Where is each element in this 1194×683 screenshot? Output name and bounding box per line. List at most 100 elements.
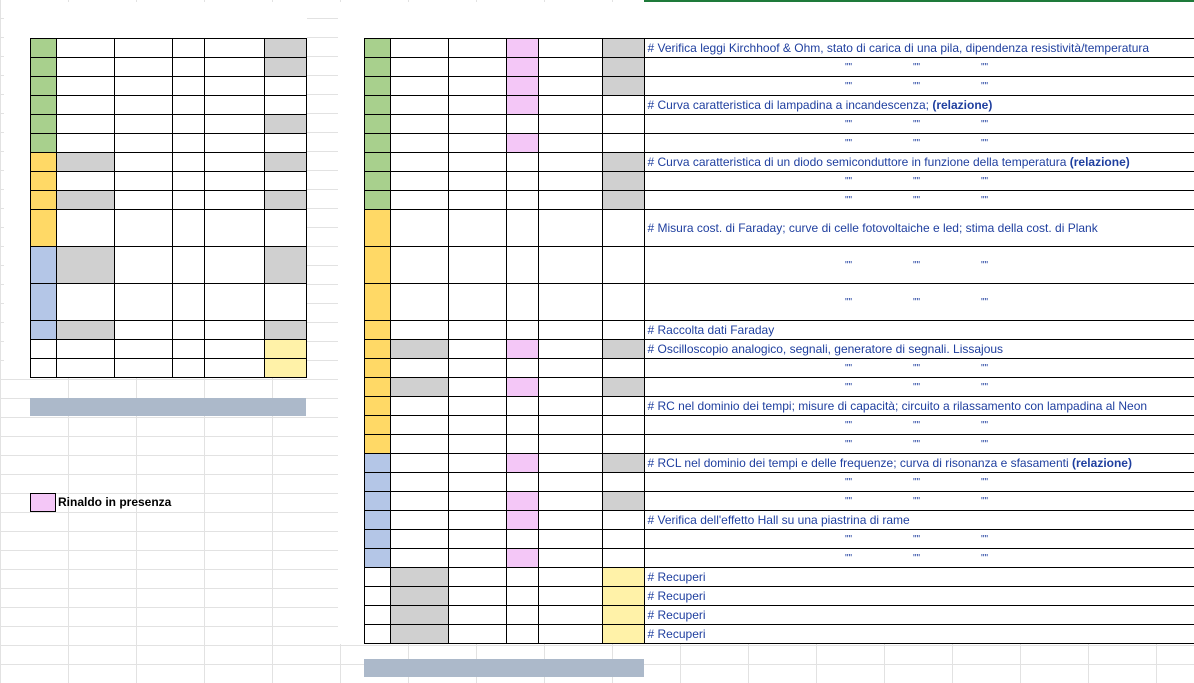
date-cell[interactable]	[389, 38, 449, 58]
date-cell[interactable]	[389, 95, 449, 115]
time-cell[interactable]	[447, 453, 507, 473]
time-cell[interactable]	[113, 114, 173, 134]
row-number[interactable]	[29, 283, 57, 321]
date-cell[interactable]	[55, 283, 115, 321]
time-cell[interactable]	[447, 38, 507, 58]
day-cell[interactable]	[263, 320, 307, 340]
row-number[interactable]	[363, 434, 391, 454]
time-cell[interactable]	[113, 209, 173, 247]
day-cell[interactable]	[601, 491, 645, 511]
lab-cell[interactable]	[537, 320, 603, 340]
lab-cell[interactable]	[537, 605, 603, 625]
hours-cell[interactable]	[505, 491, 539, 511]
row-number[interactable]	[363, 133, 391, 153]
activity-description[interactable]: # Recuperi	[643, 586, 1194, 606]
date-cell[interactable]	[55, 133, 115, 153]
time-cell[interactable]	[447, 246, 507, 284]
time-cell[interactable]	[113, 339, 173, 359]
lab-cell[interactable]	[537, 377, 603, 397]
time-cell[interactable]	[447, 190, 507, 210]
day-cell[interactable]	[263, 152, 307, 172]
activity-description[interactable]: # Recuperi	[643, 567, 1194, 587]
row-number[interactable]	[363, 453, 391, 473]
lab-cell[interactable]	[537, 396, 603, 416]
time-cell[interactable]	[447, 586, 507, 606]
row-number[interactable]	[29, 114, 57, 134]
activity-description[interactable]: # RC nel dominio dei tempi; misure di ca…	[643, 396, 1194, 416]
hours-cell[interactable]	[171, 246, 205, 284]
day-cell[interactable]	[601, 472, 645, 492]
row-number[interactable]	[363, 472, 391, 492]
day-cell[interactable]	[601, 339, 645, 359]
hours-cell[interactable]	[505, 95, 539, 115]
lab-cell[interactable]	[537, 76, 603, 96]
ditto-marks[interactable]: "" "" ""	[643, 133, 1194, 153]
day-cell[interactable]	[263, 209, 307, 247]
spacer[interactable]	[602, 20, 644, 39]
room-cell[interactable]	[203, 339, 265, 359]
row-number[interactable]	[363, 114, 391, 134]
day-cell[interactable]	[601, 246, 645, 284]
hours-cell[interactable]	[171, 283, 205, 321]
room-cell[interactable]	[203, 320, 265, 340]
row-number[interactable]	[363, 283, 391, 321]
ditto-marks[interactable]: "" "" ""	[643, 434, 1194, 454]
day-cell[interactable]	[601, 57, 645, 77]
day-cell[interactable]	[601, 605, 645, 625]
time-cell[interactable]	[447, 567, 507, 587]
room-cell[interactable]	[203, 133, 265, 153]
hours-cell[interactable]	[505, 548, 539, 568]
hours-cell[interactable]	[505, 283, 539, 321]
room-cell[interactable]	[203, 76, 265, 96]
room-cell[interactable]	[203, 95, 265, 115]
date-cell[interactable]	[389, 358, 449, 378]
hours-cell[interactable]	[505, 152, 539, 172]
date-cell[interactable]	[389, 529, 449, 549]
time-cell[interactable]	[113, 358, 173, 378]
hours-cell[interactable]	[505, 358, 539, 378]
date-cell[interactable]	[389, 548, 449, 568]
hours-cell[interactable]	[171, 133, 205, 153]
row-number[interactable]	[29, 152, 57, 172]
room-cell[interactable]	[203, 114, 265, 134]
day-cell[interactable]	[601, 190, 645, 210]
date-cell[interactable]	[389, 339, 449, 359]
date-cell[interactable]	[389, 171, 449, 191]
time-cell[interactable]	[447, 510, 507, 530]
date-cell[interactable]	[389, 377, 449, 397]
ditto-marks[interactable]: "" "" ""	[643, 283, 1194, 321]
day-cell[interactable]	[601, 320, 645, 340]
row-number[interactable]	[363, 246, 391, 284]
hours-cell[interactable]	[505, 114, 539, 134]
time-cell[interactable]	[113, 95, 173, 115]
day-cell[interactable]	[601, 548, 645, 568]
ditto-marks[interactable]: "" "" ""	[643, 114, 1194, 134]
date-cell[interactable]	[55, 209, 115, 247]
hours-cell[interactable]	[505, 339, 539, 359]
lab-cell[interactable]	[537, 152, 603, 172]
ditto-marks[interactable]: "" "" ""	[643, 57, 1194, 77]
time-cell[interactable]	[447, 396, 507, 416]
day-cell[interactable]	[263, 133, 307, 153]
time-cell[interactable]	[447, 415, 507, 435]
lab-cell[interactable]	[537, 472, 603, 492]
lab-cell[interactable]	[537, 171, 603, 191]
day-cell[interactable]	[601, 415, 645, 435]
date-cell[interactable]	[389, 472, 449, 492]
hours-cell[interactable]	[171, 339, 205, 359]
hours-cell[interactable]	[505, 453, 539, 473]
day-cell[interactable]	[601, 283, 645, 321]
room-cell[interactable]	[203, 283, 265, 321]
activity-description[interactable]: # Recuperi	[643, 605, 1194, 625]
time-cell[interactable]	[113, 283, 173, 321]
lab-cell[interactable]	[537, 95, 603, 115]
activity-description[interactable]: # Verifica leggi Kirchhoof & Ohm, stato …	[643, 38, 1194, 58]
time-cell[interactable]	[113, 246, 173, 284]
ditto-marks[interactable]: "" "" ""	[643, 415, 1194, 435]
activity-description[interactable]: # Recuperi	[643, 624, 1194, 644]
time-cell[interactable]	[113, 171, 173, 191]
hours-cell[interactable]	[505, 133, 539, 153]
date-cell[interactable]	[389, 491, 449, 511]
spacer[interactable]	[338, 20, 364, 39]
date-cell[interactable]	[389, 586, 449, 606]
